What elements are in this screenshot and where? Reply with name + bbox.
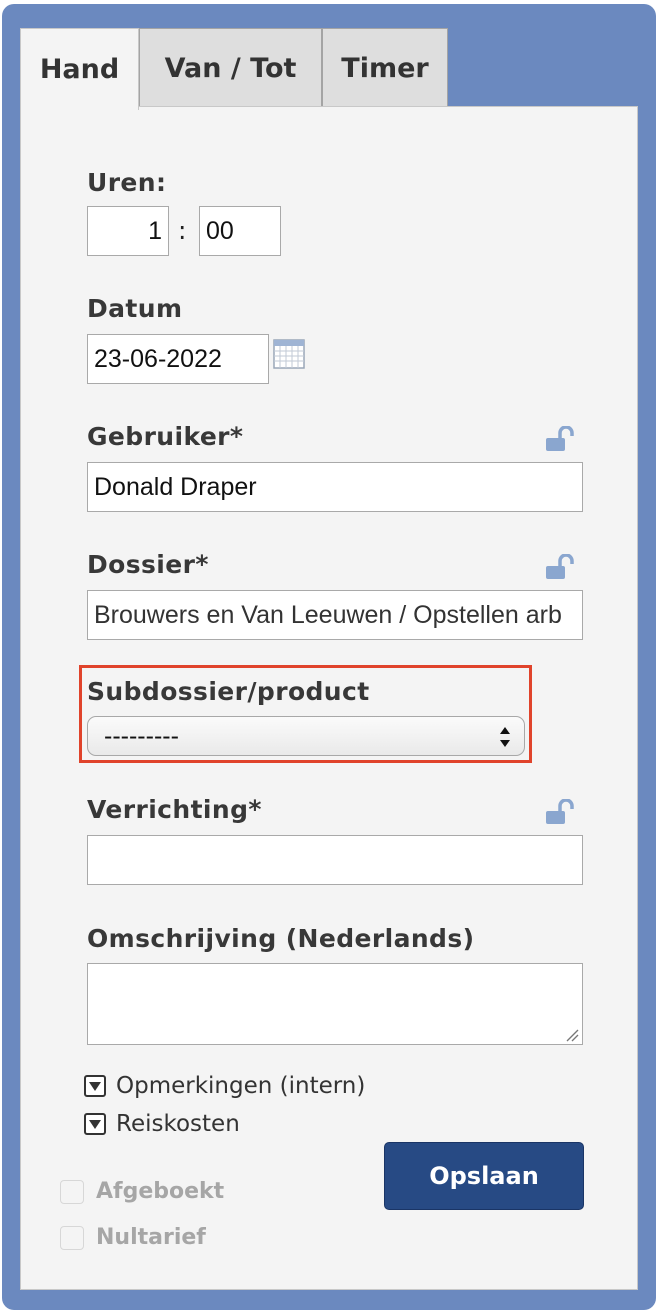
subdossier-select[interactable]: --------- [87, 716, 525, 756]
tab-timer-label: Timer [341, 53, 429, 84]
nultarief-checkbox-row[interactable]: Nultarief [60, 1225, 206, 1250]
tab-hand-label: Hand [39, 54, 120, 85]
gebruiker-input[interactable]: Donald Draper [87, 462, 583, 512]
afgeboekt-label: Afgeboekt [96, 1179, 225, 1204]
calendar-icon[interactable] [273, 339, 305, 369]
verrichting-input[interactable] [87, 835, 583, 885]
select-arrows-icon [498, 724, 512, 750]
gebruiker-label: Gebruiker* [87, 422, 244, 451]
unlock-icon[interactable] [545, 553, 575, 580]
subdossier-label: Subdossier/product [87, 677, 370, 706]
tab-van-tot-label: Van / Tot [164, 53, 297, 84]
omschrijving-textarea[interactable] [87, 963, 583, 1045]
subdossier-selected-value: --------- [104, 721, 179, 750]
datum-label: Datum [87, 294, 183, 323]
expand-triangle-icon [84, 1075, 106, 1097]
reiskosten-toggle[interactable]: Reiskosten [84, 1111, 240, 1137]
nultarief-label: Nultarief [96, 1225, 206, 1250]
nultarief-checkbox[interactable] [60, 1225, 84, 1250]
afgeboekt-checkbox[interactable] [60, 1179, 84, 1204]
opmerkingen-label: Opmerkingen (intern) [116, 1073, 366, 1099]
uren-label: Uren: [87, 168, 167, 197]
hours-input[interactable]: 1 [87, 206, 169, 256]
date-input[interactable]: 23-06-2022 [87, 334, 269, 384]
omschrijving-label: Omschrijving (Nederlands) [87, 924, 475, 953]
resize-grip-icon[interactable] [565, 1027, 579, 1042]
verrichting-label: Verrichting* [87, 795, 262, 824]
save-button-label: Opslaan [429, 1162, 539, 1190]
tab-van-tot[interactable]: Van / Tot [139, 28, 322, 108]
dossier-label: Dossier* [87, 550, 209, 579]
afgeboekt-checkbox-row[interactable]: Afgeboekt [60, 1179, 224, 1204]
dossier-input[interactable]: Brouwers en Van Leeuwen / Opstellen arb [87, 590, 583, 640]
reiskosten-label: Reiskosten [116, 1111, 240, 1137]
opmerkingen-toggle[interactable]: Opmerkingen (intern) [84, 1073, 365, 1099]
tab-timer[interactable]: Timer [322, 28, 448, 108]
time-separator: : [178, 216, 187, 245]
save-button[interactable]: Opslaan [384, 1142, 584, 1210]
tab-hand[interactable]: Hand [20, 28, 139, 110]
minutes-input[interactable]: 00 [199, 206, 281, 256]
unlock-icon[interactable] [545, 425, 575, 452]
expand-triangle-icon [84, 1113, 106, 1135]
unlock-icon[interactable] [545, 798, 575, 825]
